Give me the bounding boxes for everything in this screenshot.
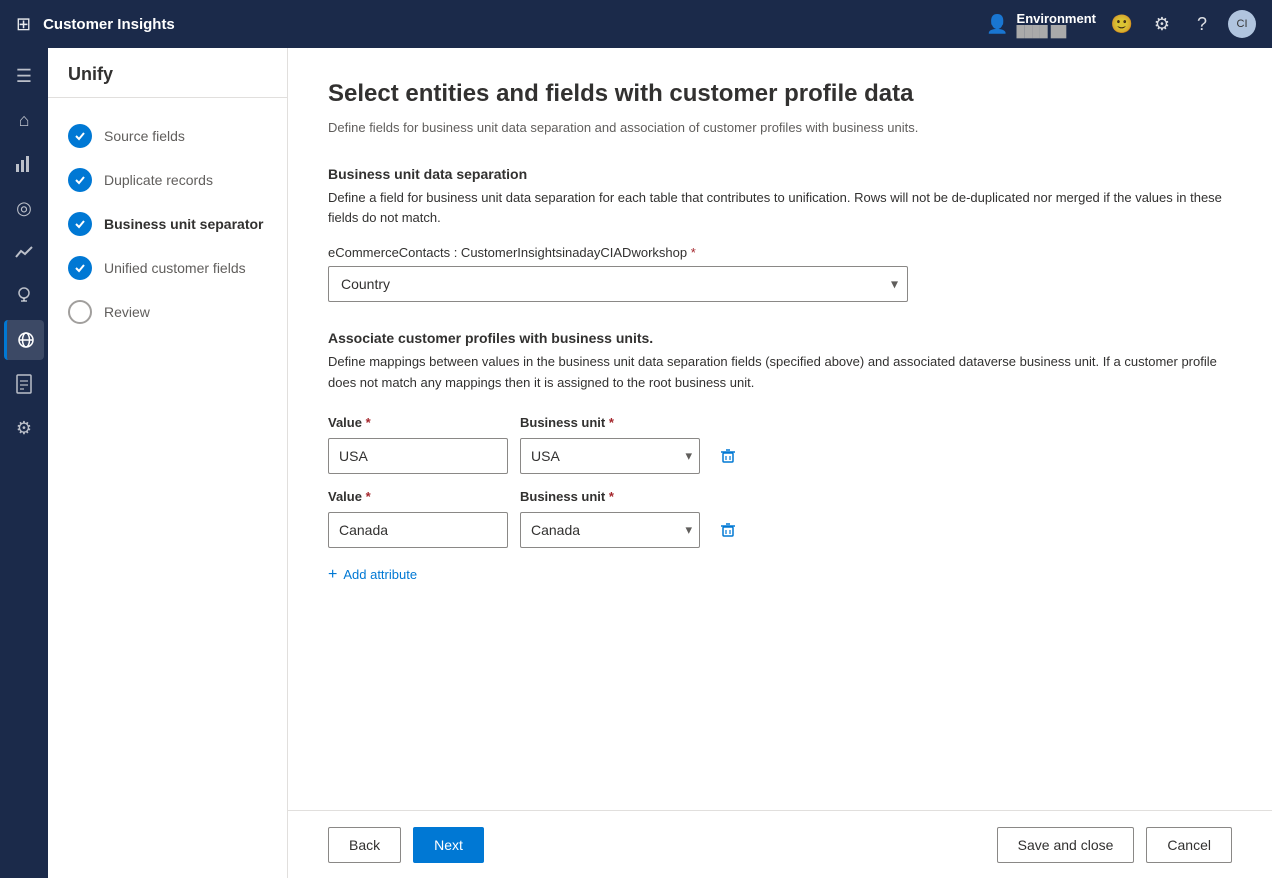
- page-title: Select entities and fields with customer…: [328, 80, 1232, 108]
- top-navigation: ⊞ Customer Insights 👤 Environment ████ █…: [0, 0, 1272, 48]
- business-unit-select-2[interactable]: Canada USA: [520, 512, 700, 548]
- main-content: Select entities and fields with customer…: [288, 48, 1272, 878]
- grid-icon[interactable]: ⊞: [16, 14, 31, 35]
- business-unit-select-1[interactable]: USA Canada: [520, 438, 700, 474]
- segment-nav-icon[interactable]: [4, 320, 44, 360]
- entity-required: *: [687, 245, 696, 260]
- add-attribute-button[interactable]: + Add attribute: [328, 562, 417, 588]
- business-unit-label-2: Business unit *: [520, 488, 700, 504]
- page-subtitle: Define fields for business unit data sep…: [328, 118, 1232, 138]
- app-body: ☰ ⌂ ◎ ⚙ Unify Source fields: [0, 48, 1272, 878]
- mapping-row-2: Canada USA ▾: [328, 512, 1232, 548]
- step-circle-review: [68, 300, 92, 324]
- next-button[interactable]: Next: [413, 827, 484, 863]
- sidebar-header: Unify: [48, 48, 287, 98]
- business-unit-required-star: *: [605, 415, 614, 430]
- report-nav-icon[interactable]: [4, 364, 44, 404]
- env-sublabel: ████ ██: [1017, 26, 1096, 38]
- business-unit-section: Business unit data separation Define a f…: [328, 166, 1232, 303]
- step-circle-business-unit: [68, 212, 92, 236]
- delete-row-1-button[interactable]: [712, 440, 744, 472]
- associate-section-title: Associate customer profiles with busines…: [328, 330, 1232, 346]
- analytics-nav-icon[interactable]: [4, 144, 44, 184]
- sidebar-step-source-fields[interactable]: Source fields: [48, 114, 287, 158]
- content-area: Select entities and fields with customer…: [288, 48, 1272, 810]
- gear-nav-icon[interactable]: ⚙: [4, 408, 44, 448]
- associate-section: Associate customer profiles with busines…: [328, 330, 1232, 588]
- sidebar-step-review[interactable]: Review: [48, 290, 287, 334]
- environment-info: 👤 Environment ████ ██: [986, 11, 1096, 38]
- entity-name-text: eCommerceContacts : CustomerInsightsinad…: [328, 245, 696, 260]
- mapping-row-2-labels: Value * Business unit *: [328, 488, 1232, 504]
- country-select-container: Country Region State ▾: [328, 266, 908, 302]
- avatar[interactable]: CI: [1228, 10, 1256, 38]
- help-icon[interactable]: ?: [1188, 10, 1216, 38]
- icon-bar: ☰ ⌂ ◎ ⚙: [0, 48, 48, 878]
- app-title: Customer Insights: [43, 16, 974, 33]
- business-unit-select-wrap-2: Canada USA ▾: [520, 512, 700, 548]
- sidebar-steps: Source fields Duplicate records Business…: [48, 98, 287, 878]
- step-label-source: Source fields: [104, 128, 185, 144]
- step-label-review: Review: [104, 304, 150, 320]
- sidebar-step-business-unit[interactable]: Business unit separator: [48, 202, 287, 246]
- value-input-1[interactable]: [328, 438, 508, 474]
- sidebar-step-duplicate[interactable]: Duplicate records: [48, 158, 287, 202]
- step-circle-unified: [68, 256, 92, 280]
- value-column-header: Value *: [328, 414, 508, 430]
- smiley-icon[interactable]: 🙂: [1108, 10, 1136, 38]
- business-unit-select-wrap-1: USA Canada ▾: [520, 438, 700, 474]
- sidebar-step-unified[interactable]: Unified customer fields: [48, 246, 287, 290]
- target-nav-icon[interactable]: ◎: [4, 188, 44, 228]
- business-unit-section-title: Business unit data separation: [328, 166, 1232, 182]
- home-nav-icon[interactable]: ⌂: [4, 100, 44, 140]
- hamburger-menu-icon[interactable]: ☰: [4, 56, 44, 96]
- value-required-star: *: [362, 415, 371, 430]
- value-input-2[interactable]: [328, 512, 508, 548]
- delete-row-2-button[interactable]: [712, 514, 744, 546]
- step-label-unified: Unified customer fields: [104, 260, 246, 276]
- footer: Back Next Save and close Cancel: [288, 810, 1272, 878]
- entity-label: eCommerceContacts : CustomerInsightsinad…: [328, 245, 1232, 260]
- save-close-button[interactable]: Save and close: [997, 827, 1135, 863]
- cancel-button[interactable]: Cancel: [1146, 827, 1232, 863]
- footer-right: Save and close Cancel: [997, 827, 1232, 863]
- add-attribute-label: Add attribute: [343, 567, 417, 582]
- bulb-nav-icon[interactable]: [4, 276, 44, 316]
- value-label-2: Value *: [328, 488, 508, 504]
- env-label: Environment: [1017, 11, 1096, 26]
- env-icon: 👤: [986, 14, 1008, 35]
- step-label-duplicate: Duplicate records: [104, 172, 213, 188]
- back-button[interactable]: Back: [328, 827, 401, 863]
- nav-right: 👤 Environment ████ ██ 🙂 ⚙ ? CI: [986, 10, 1256, 38]
- sidebar: Unify Source fields Duplicate records: [48, 48, 288, 878]
- step-circle-source: [68, 124, 92, 148]
- chart-nav-icon[interactable]: [4, 232, 44, 272]
- mapping-row-1: USA Canada ▾: [328, 438, 1232, 474]
- business-unit-column-header: Business unit *: [520, 414, 700, 430]
- business-unit-section-desc: Define a field for business unit data se…: [328, 188, 1232, 230]
- add-plus-icon: +: [328, 566, 337, 584]
- step-label-business-unit: Business unit separator: [104, 216, 264, 232]
- settings-nav-icon[interactable]: ⚙: [1148, 10, 1176, 38]
- mapping-columns-header: Value * Business unit *: [328, 414, 1232, 430]
- associate-section-desc: Define mappings between values in the bu…: [328, 352, 1232, 394]
- country-select[interactable]: Country Region State: [328, 266, 908, 302]
- step-circle-duplicate: [68, 168, 92, 192]
